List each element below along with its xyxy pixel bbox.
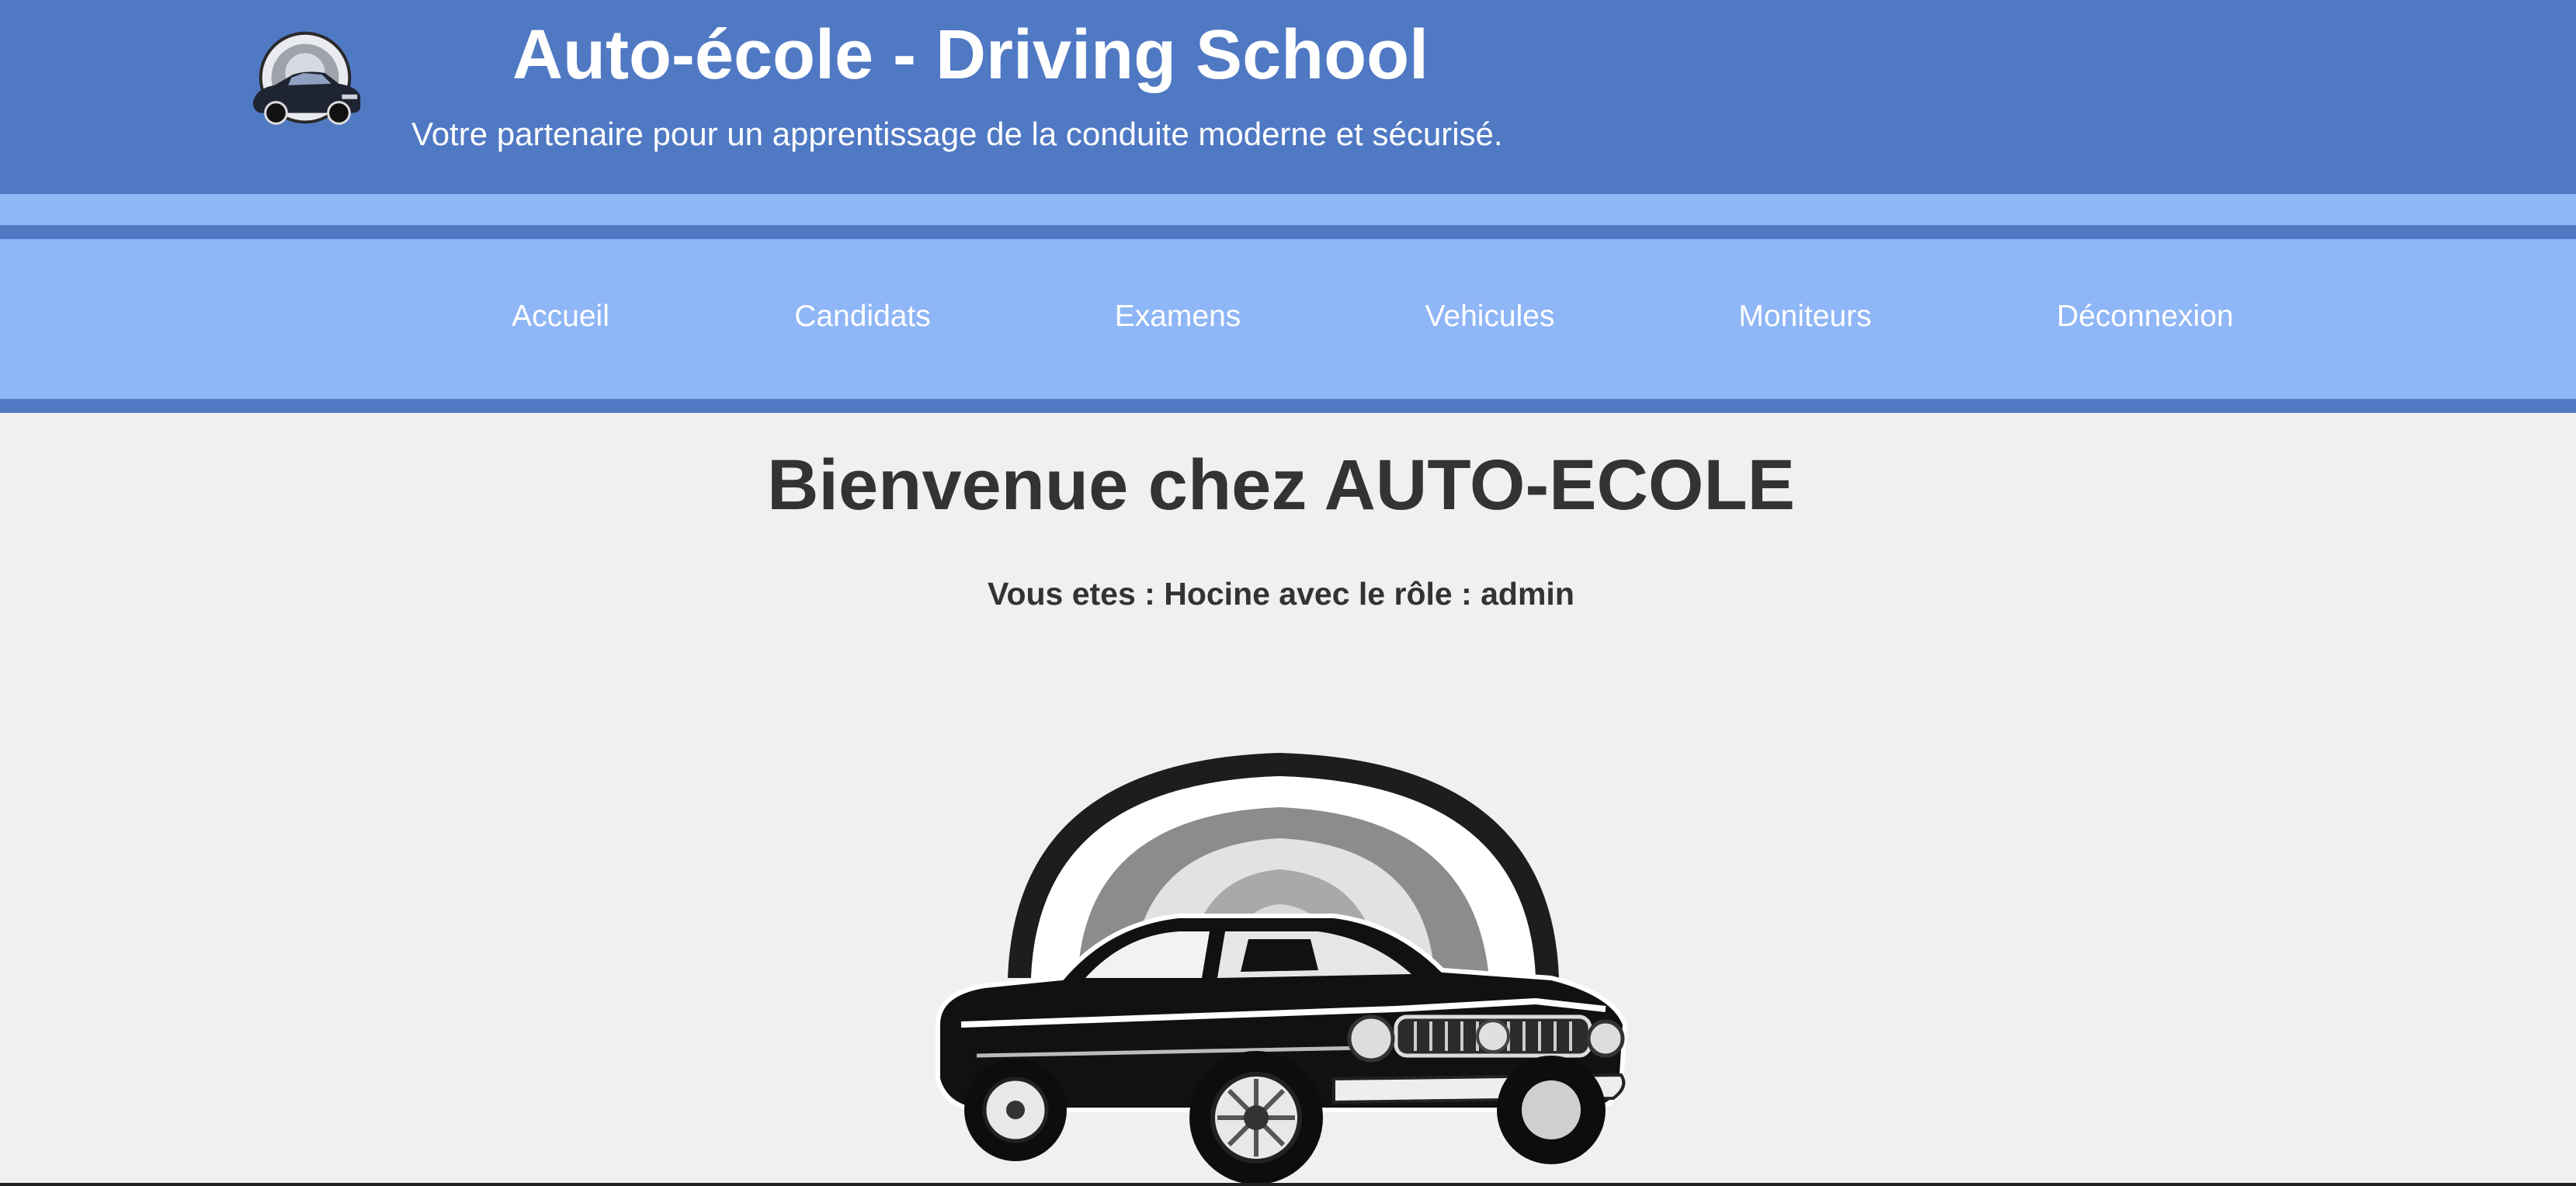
nav-item-vehicules[interactable]: Vehicules: [1425, 298, 1555, 335]
classic-car-illustration: [936, 753, 1628, 1184]
car-logo-icon: [252, 31, 361, 125]
nav-bottom-border: [0, 399, 2576, 413]
main-navigation: Accueil Candidats Examens Vehicules Moni…: [0, 239, 2576, 399]
nav-item-candidats[interactable]: Candidats: [794, 298, 931, 335]
page: Auto-école - Driving School Votre parten…: [0, 0, 2576, 1186]
site-subtitle: Votre partenaire pour un apprentissage d…: [411, 116, 1503, 152]
nav-item-accueil[interactable]: Accueil: [512, 298, 609, 335]
header-band: [0, 194, 2576, 225]
nav-item-moniteurs[interactable]: Moniteurs: [1738, 298, 1871, 335]
nav-item-deconnexion[interactable]: Déconnexion: [2057, 298, 2234, 335]
site-title: Auto-école - Driving School: [512, 16, 1429, 94]
site-header: Auto-école - Driving School Votre parten…: [0, 0, 2576, 194]
user-role-info: Vous etes : Hocine avec le rôle : admin: [988, 576, 1574, 612]
nav-top-border: [0, 225, 2576, 239]
bottom-edge: [0, 1183, 2576, 1186]
welcome-heading: Bienvenue chez AUTO-ECOLE: [766, 446, 1796, 525]
nav-item-examens[interactable]: Examens: [1115, 298, 1241, 335]
